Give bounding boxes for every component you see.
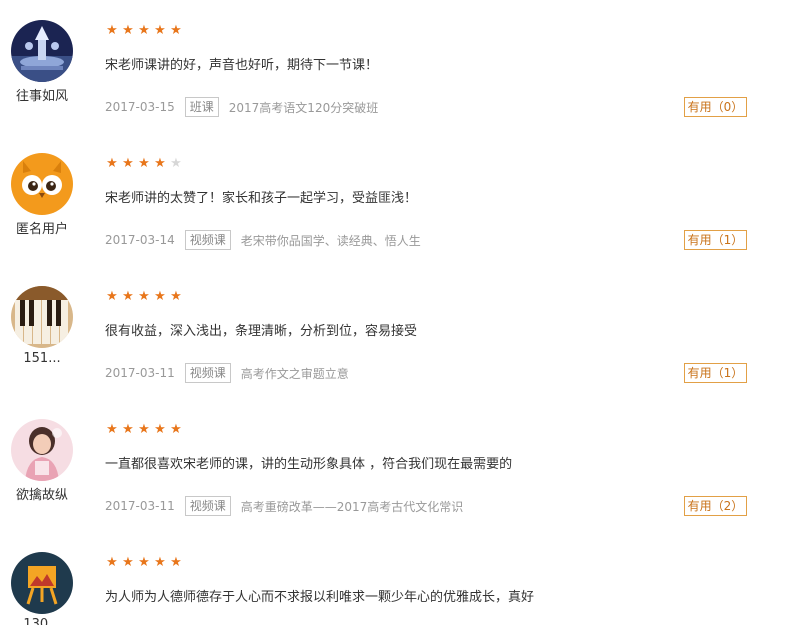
star-icon: ★ (138, 422, 150, 437)
girl-photo-avatar[interactable] (11, 419, 73, 481)
star-icon: ★ (106, 23, 118, 38)
star-icon: ★ (170, 555, 182, 570)
review-meta: 2017-03-11 视频课 高考重磅改革——2017高考古代文化常识 (105, 495, 463, 517)
course-link[interactable]: 2017高考语文120分突破班 (229, 99, 378, 116)
review-comment: 为人师为人德师德存于人心而不求报以利唯求一颗少年心的优雅成长，真好 (105, 590, 535, 605)
username[interactable]: 欲擒故纵 (0, 484, 84, 503)
star-icon: ★ (122, 422, 134, 437)
piano-avatar[interactable] (11, 286, 73, 348)
rating-stars: ★ ★ ★ ★ ★ (105, 156, 183, 172)
useful-button[interactable]: 有用（0） (684, 97, 747, 117)
course-type-badge: 视频课 (184, 363, 231, 383)
star-icon: ★ (170, 23, 182, 38)
star-icon: ★ (154, 289, 166, 304)
star-icon: ★ (122, 23, 134, 38)
course-link[interactable]: 高考重磅改革——2017高考古代文化常识 (241, 498, 464, 515)
fountain-night-avatar[interactable] (11, 20, 73, 82)
star-icon: ★ (170, 422, 182, 437)
star-icon: ★ (106, 422, 118, 437)
useful-button[interactable]: 有用（2） (684, 496, 747, 516)
course-link[interactable]: 高考作文之审题立意 (241, 365, 349, 382)
star-icon: ★ (154, 156, 166, 171)
review-date: 2017-03-14 (105, 233, 175, 247)
rating-stars: ★ ★ ★ ★ ★ (105, 422, 183, 438)
useful-button[interactable]: 有用（1） (684, 363, 747, 383)
star-icon: ★ (154, 23, 166, 38)
review-item: 匿名用户 ★ ★ ★ ★ ★ 宋老师讲的太赞了！家长和孩子一起学习，受益匪浅！ … (0, 133, 797, 266)
rating-stars: ★ ★ ★ ★ ★ (105, 23, 183, 39)
star-icon: ★ (138, 23, 150, 38)
username[interactable]: 匿名用户 (0, 218, 84, 237)
star-icon: ★ (138, 156, 150, 171)
star-icon: ★ (170, 289, 182, 304)
star-icon: ★ (154, 555, 166, 570)
review-date: 2017-03-11 (105, 499, 175, 513)
rating-stars: ★ ★ ★ ★ ★ (105, 555, 183, 571)
username[interactable]: 往事如风 (0, 85, 84, 104)
review-item: 130... ★ ★ ★ ★ ★ 为人师为人德师德存于人心而不求报以利唯求一颗少… (0, 532, 797, 625)
review-meta: 2017-03-14 视频课 老宋带你品国学、读经典、悟人生 (105, 229, 421, 251)
course-type-badge: 视频课 (184, 496, 231, 516)
star-empty-icon: ★ (170, 156, 182, 171)
star-icon: ★ (122, 156, 134, 171)
username[interactable]: 130... (0, 617, 84, 625)
review-date: 2017-03-15 (105, 100, 175, 114)
review-item: 欲擒故纵 ★ ★ ★ ★ ★ 一直都很喜欢宋老师的课，讲的生动形象具体 ，符合我… (0, 399, 797, 532)
review-comment: 宋老师讲的太赞了！家长和孩子一起学习，受益匪浅！ (105, 191, 418, 206)
easel-avatar[interactable] (11, 552, 73, 614)
star-icon: ★ (106, 156, 118, 171)
course-link[interactable]: 老宋带你品国学、读经典、悟人生 (241, 232, 421, 249)
review-meta: 2017-03-15 班课 2017高考语文120分突破班 (105, 96, 378, 118)
star-icon: ★ (138, 289, 150, 304)
review-date: 2017-03-11 (105, 366, 175, 380)
course-type-badge: 班课 (184, 97, 219, 117)
username[interactable]: 151... (0, 351, 84, 366)
course-type-badge: 视频课 (184, 230, 231, 250)
review-item: 往事如风 ★ ★ ★ ★ ★ 宋老师课讲的好，声音也好听，期待下一节课！ 201… (0, 0, 797, 133)
useful-button[interactable]: 有用（1） (684, 230, 747, 250)
star-icon: ★ (122, 289, 134, 304)
review-item: 151... ★ ★ ★ ★ ★ 很有收益，深入浅出，条理清晰，分析到位，容易接… (0, 266, 797, 399)
owl-avatar[interactable] (11, 153, 73, 215)
review-comment: 宋老师课讲的好，声音也好听，期待下一节课！ (105, 58, 379, 73)
star-icon: ★ (106, 289, 118, 304)
review-comment: 很有收益，深入浅出，条理清晰，分析到位，容易接受 (105, 324, 418, 339)
review-meta: 2017-03-11 视频课 高考作文之审题立意 (105, 362, 349, 384)
star-icon: ★ (154, 422, 166, 437)
star-icon: ★ (106, 555, 118, 570)
rating-stars: ★ ★ ★ ★ ★ (105, 289, 183, 305)
star-icon: ★ (138, 555, 150, 570)
star-icon: ★ (122, 555, 134, 570)
review-comment: 一直都很喜欢宋老师的课，讲的生动形象具体 ，符合我们现在最需要的 (105, 457, 513, 472)
